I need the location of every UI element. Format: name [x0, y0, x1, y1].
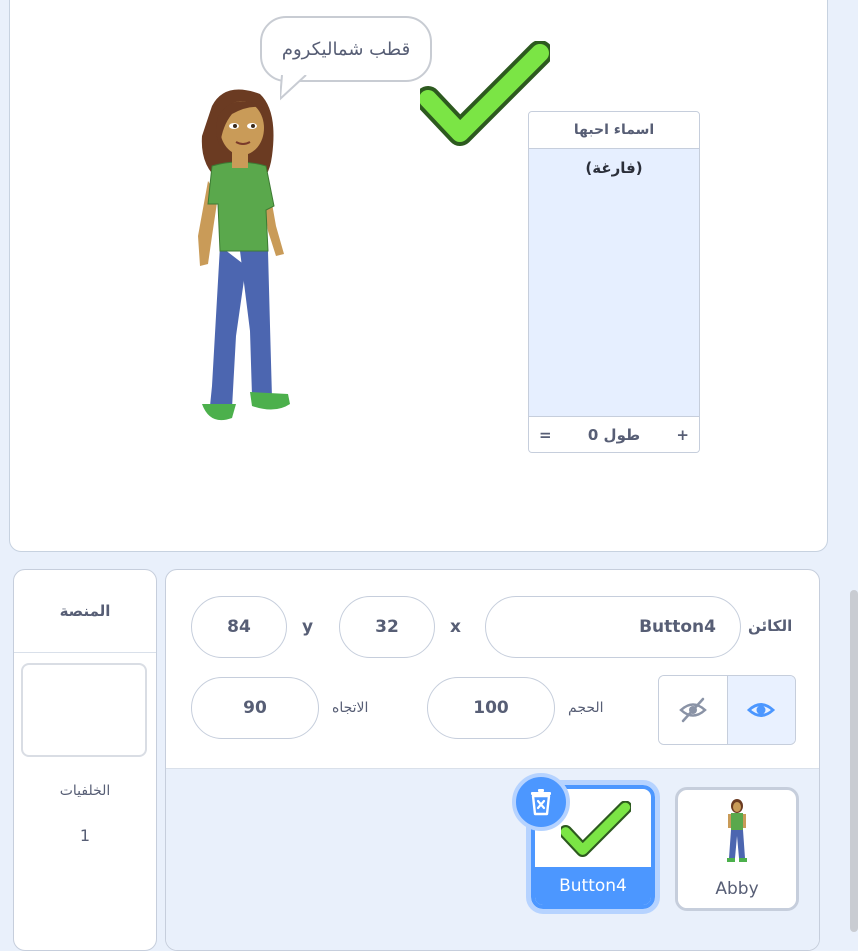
abby-thumbnail — [727, 799, 747, 862]
x-label: x — [450, 617, 461, 637]
hide-sprite-button[interactable] — [659, 676, 727, 744]
sprite-tile-button4-name: Button4 — [535, 867, 651, 905]
sprite-info: الكائن Button4 x 32 y 84 الحجم 100 الاتج… — [166, 570, 819, 769]
sprite-tile-abby-name: Abby — [678, 870, 796, 908]
x-position-value: 32 — [375, 617, 399, 637]
abby-sprite[interactable] — [180, 86, 310, 436]
list-monitor[interactable]: اسماء احبها (فارغة) = طول 0 + — [528, 111, 700, 453]
speech-bubble: قطب شماليكروم — [260, 16, 432, 82]
stage-canvas[interactable]: قطب شماليكروم اسماء احبها (فارغة) = طول … — [9, 0, 828, 552]
backdrops-count: 1 — [79, 826, 91, 845]
eye-slash-icon — [678, 697, 707, 723]
trash-icon — [531, 789, 551, 816]
list-resize-handle[interactable]: = — [539, 426, 552, 444]
list-empty-label: (فارغة) — [585, 159, 643, 177]
eye-icon — [747, 703, 776, 717]
sprite-name-value: Button4 — [639, 617, 716, 637]
sprite-name-input[interactable]: Button4 — [485, 596, 741, 658]
direction-label: الاتجاه — [332, 700, 369, 716]
size-value: 100 — [473, 698, 509, 718]
stage-selector-title: المنصة — [14, 570, 156, 653]
list-add-button[interactable]: + — [676, 426, 689, 444]
visibility-toggle — [658, 675, 796, 745]
y-label: y — [302, 617, 314, 637]
direction-value: 90 — [243, 698, 267, 718]
list-length-label: طول 0 — [587, 425, 641, 444]
size-label: الحجم — [568, 700, 604, 716]
y-position-input[interactable]: 84 — [191, 596, 287, 658]
backdrops-label: الخلفيات — [59, 783, 111, 799]
delete-sprite-button[interactable] — [512, 773, 570, 831]
page-scrollbar[interactable] — [850, 590, 858, 932]
checkmark-thumbnail-icon — [561, 801, 631, 857]
direction-input[interactable]: 90 — [191, 677, 319, 739]
stage-thumbnail[interactable] — [21, 663, 147, 757]
y-position-value: 84 — [227, 617, 251, 637]
list-monitor-title: اسماء احبها — [529, 112, 699, 149]
sprite-info-panel: الكائن Button4 x 32 y 84 الحجم 100 الاتج… — [165, 569, 820, 951]
show-sprite-button[interactable] — [726, 676, 795, 744]
x-position-input[interactable]: 32 — [339, 596, 435, 658]
stage-selector[interactable]: المنصة الخلفيات 1 — [13, 569, 157, 951]
sprite-name-label: الكائن — [748, 617, 793, 635]
list-monitor-footer: = طول 0 + — [529, 416, 699, 452]
speech-bubble-text: قطب شماليكروم — [281, 38, 411, 60]
sprite-tile-abby[interactable]: Abby — [675, 787, 799, 911]
size-input[interactable]: 100 — [427, 677, 555, 739]
